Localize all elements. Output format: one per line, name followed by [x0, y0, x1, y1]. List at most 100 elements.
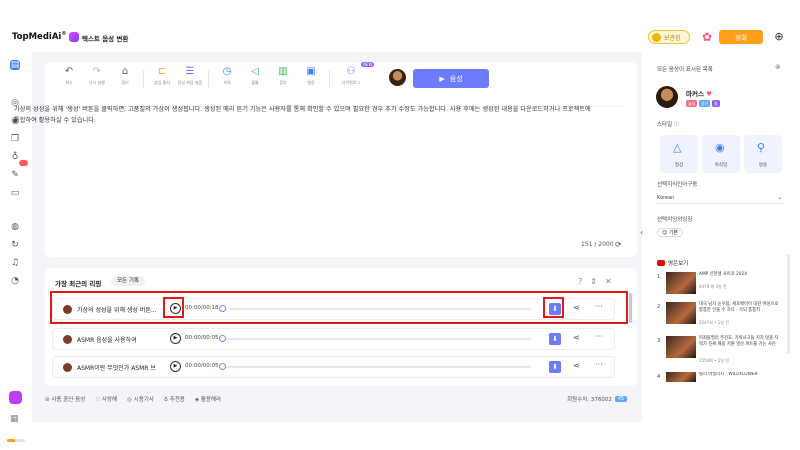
sync-nav-icon[interactable]: ↻ — [10, 240, 20, 250]
clear-button[interactable]: ⌂ 정리 — [111, 66, 139, 92]
globe-icon[interactable]: ⊕ — [773, 31, 785, 43]
magic-icon[interactable] — [9, 391, 22, 404]
volume-button[interactable]: ◁ 볼륨 — [241, 66, 269, 92]
voice-name: 마커스 ♥ — [686, 90, 713, 98]
record-time: 00:00/00:05 — [185, 363, 219, 369]
play-icon[interactable]: ▶ — [170, 361, 181, 372]
collapse-panel-icon[interactable]: ‹ — [640, 228, 643, 237]
volume-icon: ◁ — [251, 66, 259, 77]
voice-list-header[interactable]: 모든 음성이 표시된 목록 — [657, 65, 713, 73]
editor-textarea[interactable]: 가상의 성성을 위해 '생성' 버튼을 클릭하면, 고품질의 가상이 생성됩니다… — [14, 104, 594, 126]
record-row[interactable]: ASMR 음성을 사용하여 ▶ 00:00/00:05 ⬇ ⋖ ··· — [52, 328, 615, 350]
redo-icon: ↷ — [92, 66, 102, 77]
panel-scrollbar[interactable] — [787, 254, 790, 354]
credits-chip[interactable]: 45 — [614, 396, 628, 402]
world-nav-icon[interactable]: ◍ — [10, 222, 20, 232]
phoneme-button[interactable]: ☰ 음성 화음 발음 — [176, 66, 204, 92]
voice-settings-panel: 모든 음성이 표시된 목록 ⊗ 마커스 ♥ 남성 중년 중 스타일 ⓘ △ 정상 … — [650, 58, 792, 388]
pronunciation-button[interactable]: ▣ 발음 — [297, 66, 325, 92]
heart-icon[interactable]: ♥ — [706, 90, 712, 98]
style-option[interactable]: ◉ 속삭임 — [702, 135, 740, 173]
video-thumbnail — [666, 336, 696, 358]
editor-toolbar: ↶ 취소 ↷ 다시 실행 ⌂ 정리 ⊏ 삽입 중지 ☰ 음성 화음 발음 ◷ 속력 ◁ 볼륨 … — [55, 66, 368, 92]
voice-tag: 중년 — [699, 100, 711, 107]
broadcast-icon: ⚲ — [757, 141, 766, 154]
expand-icon[interactable]: ⇕ — [590, 277, 597, 286]
highlight-box-row — [50, 291, 628, 324]
style-option[interactable]: △ 정상 — [660, 135, 698, 173]
play-icon: ▶ — [439, 74, 445, 83]
generate-button[interactable]: ▶ 음성 — [413, 69, 489, 88]
language-label: 선택지식인어구동 — [657, 182, 698, 188]
record-text: ASMR 음성을 사용하여 — [77, 337, 137, 344]
language-select[interactable]: Korean ⌄ — [657, 192, 785, 204]
bottom-link[interactable]: ⊘ 사용 중인 음성 — [45, 395, 85, 403]
progress-track[interactable] — [221, 338, 531, 340]
video-item[interactable]: 2 대국 남자 눈꾸됨, 세포베이어 대한 여성으로 통통한 인물 수 하다 -… — [657, 302, 785, 330]
video-item[interactable]: 1 AMP 신현생 사이코 2024 4479 회 3일 전 — [657, 272, 785, 300]
char-counter: 151 / 2000 — [581, 241, 614, 248]
records-controls: ? ⇕ ✕ — [578, 277, 612, 286]
progress-knob[interactable] — [219, 335, 226, 342]
product-title: 텍스트 음성 변환 — [82, 35, 129, 43]
undo-button[interactable]: ↶ 취소 — [55, 66, 83, 92]
video-thumbnail — [666, 302, 696, 324]
avatar[interactable] — [656, 86, 678, 108]
points-pill[interactable]: 보관함 — [648, 30, 690, 44]
download-icon[interactable]: ⬇ — [549, 333, 561, 345]
bottom-link[interactable]: ♁ 추천용 — [164, 395, 185, 403]
close-icon[interactable]: ⊗ — [775, 63, 781, 71]
speed-button[interactable]: ◷ 속력 — [213, 66, 241, 92]
dialog-button[interactable]: ⚇ 다이얼로그 — [334, 66, 368, 92]
play-icon[interactable]: ▶ — [170, 333, 181, 344]
share-icon[interactable]: ⋖ — [573, 333, 580, 342]
voice-tag: 중 — [712, 100, 720, 107]
music-nav-icon[interactable]: ♫ — [10, 258, 20, 268]
brand-logo[interactable]: TopMediAi® — [12, 31, 66, 42]
tts-nav-icon[interactable]: ▤ — [10, 60, 20, 70]
refresh-icon[interactable]: ⟳ — [615, 240, 622, 249]
text-editor-panel: ↶ 취소 ↷ 다시 실행 ⌂ 정리 ⊏ 삽입 중지 ☰ 음성 화음 발음 ◷ 속력 ◁ 볼륨 … — [45, 62, 637, 257]
more-icon[interactable]: ··· — [595, 360, 603, 369]
avatar — [63, 363, 72, 372]
apps-grid-icon[interactable]: ▦ — [10, 414, 20, 424]
time-nav-icon[interactable]: ◔ — [10, 276, 20, 286]
progress-track[interactable] — [221, 366, 531, 368]
style-option[interactable]: ⚲ 방송 — [744, 135, 782, 173]
share-icon[interactable]: ⋖ — [573, 361, 580, 370]
progress-knob[interactable] — [219, 363, 226, 370]
download-icon[interactable]: ⬇ — [549, 361, 561, 373]
bottom-link[interactable]: ◈ 활용해라 — [195, 395, 221, 403]
gift-icon[interactable]: ✿ — [700, 30, 714, 44]
whisper-icon: ◉ — [715, 141, 725, 154]
dialog-icon: ⚇ — [346, 66, 356, 77]
record-text: ASMR이란 무엇인가 ASMR 브 — [77, 365, 156, 372]
close-icon[interactable]: ✕ — [605, 277, 612, 286]
video-item[interactable]: 4 빌리 아일리시 - WILDFLOWER — [657, 372, 785, 386]
all-records-button[interactable]: 모든 기록 — [111, 276, 145, 286]
record-row[interactable]: ASMR이란 무엇인가 ASMR 브 ▶ 00:00/00:05 ⬇ ⋖ ··· — [52, 356, 615, 378]
bottom-link[interactable]: ♡ 사랑해 — [95, 395, 117, 403]
notification-badge — [19, 160, 28, 166]
highlight-box-download — [543, 297, 564, 318]
insert-pause-button[interactable]: ⊏ 삽입 중지 — [148, 66, 176, 92]
emotion-chip[interactable]: ☺ 기본 — [657, 228, 684, 237]
video-thumbnail — [666, 372, 696, 382]
help-icon[interactable]: ? — [578, 277, 582, 286]
edit-nav-icon[interactable]: ✎ — [10, 170, 20, 180]
undo-icon: ↶ — [64, 66, 74, 77]
redo-button[interactable]: ↷ 다시 실행 — [83, 66, 111, 92]
voice-avatar[interactable] — [389, 69, 406, 86]
file-nav-icon[interactable]: ▭ — [10, 188, 20, 198]
bottom-links: ⊘ 사용 중인 음성 ♡ 사랑해 ◎ 시용기사 ♁ 추천용 ◈ 활용해라 — [45, 395, 221, 403]
video-item[interactable]: 3 피죄들필러 주진호, 가락사고들 지치 않을 지 뭐가 진짜 패용 지원 영… — [657, 336, 785, 364]
copy-nav-icon[interactable]: ❐ — [10, 134, 20, 144]
premium-button[interactable]: 정회 — [719, 30, 763, 44]
toolbar-divider — [329, 70, 330, 88]
more-icon[interactable]: ··· — [595, 332, 603, 341]
bottom-link[interactable]: ◎ 시용기사 — [127, 395, 154, 403]
record-time: 00:00/00:05 — [185, 335, 219, 341]
records-scrollbar[interactable] — [629, 293, 632, 323]
style-label: 스타일 ⓘ — [657, 122, 680, 128]
music-button[interactable]: ▥ 음악 — [269, 66, 297, 92]
